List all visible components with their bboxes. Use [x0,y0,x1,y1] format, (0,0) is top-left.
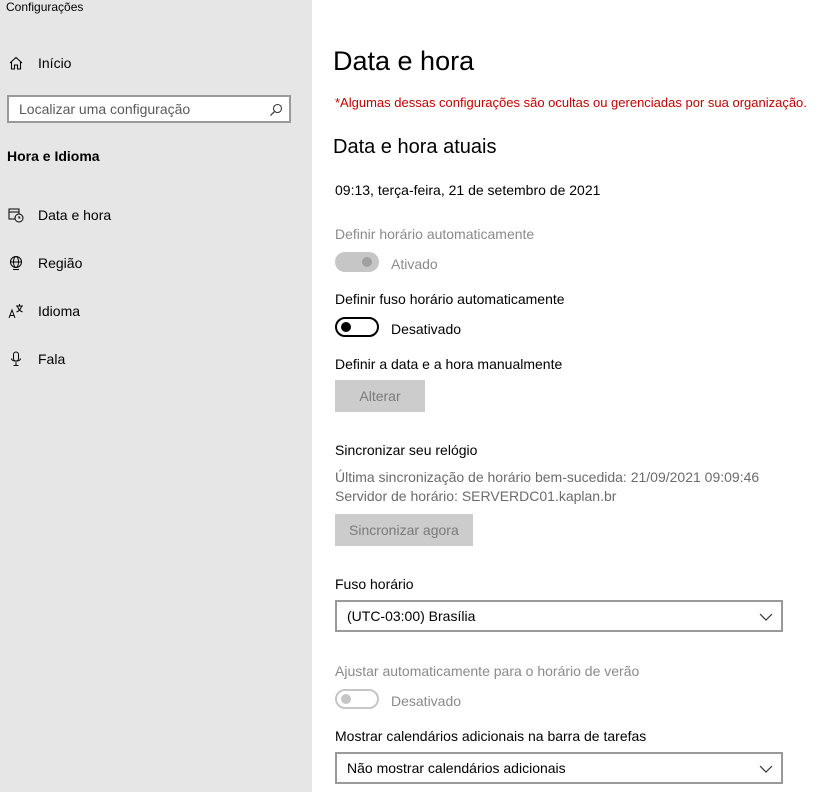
calendars-label: Mostrar calendários adicionais na barra … [335,728,647,744]
current-datetime: 09:13, terça-feira, 21 de setembro de 20… [335,182,601,198]
main-content: Data e hora *Algumas dessas configuraçõe… [312,0,837,792]
sync-now-button[interactable]: Sincronizar agora [335,514,473,546]
calendar-clock-icon [8,207,24,223]
dst-state: Desativado [391,693,462,709]
toggle-knob [341,694,351,704]
dst-label: Ajustar automaticamente para o horário d… [335,663,640,679]
chevron-down-icon [759,762,773,776]
last-sync-text: Última sincronização de horário bem-suce… [335,469,760,485]
calendars-value: Não mostrar calendários adicionais [347,760,566,776]
chevron-down-icon [759,610,773,624]
sidebar-item-language[interactable]: Idioma [0,291,312,331]
current-heading: Data e hora atuais [333,136,497,158]
sidebar-item-label: Idioma [38,303,81,319]
calendars-select[interactable]: Não mostrar calendários adicionais [335,752,783,784]
search-input[interactable] [19,100,259,118]
home-icon [8,55,24,71]
sidebar: Configurações Início Hora e Idioma Data … [0,0,312,792]
timezone-select[interactable]: (UTC-03:00) Brasília [335,600,783,632]
auto-timezone-toggle[interactable] [335,317,379,337]
toggle-knob [341,322,351,332]
timezone-value: (UTC-03:00) Brasília [347,608,476,624]
auto-timezone-label: Definir fuso horário automaticamente [335,291,565,307]
timezone-label: Fuso horário [335,576,414,592]
sidebar-item-label: Região [38,255,83,271]
dst-toggle[interactable] [335,689,379,709]
sidebar-item-label: Fala [38,351,66,367]
auto-timezone-state: Desativado [391,321,462,337]
change-button[interactable]: Alterar [335,380,425,412]
manual-label: Definir a data e a hora manualmente [335,356,563,372]
language-icon [8,303,24,319]
sync-heading: Sincronizar seu relógio [335,442,478,458]
sidebar-item-date-time[interactable]: Data e hora [0,195,312,235]
search-icon[interactable] [269,103,283,117]
auto-time-toggle[interactable] [335,252,379,272]
search-box[interactable] [7,95,291,123]
nav-home[interactable]: Início [0,43,312,83]
page-title: Data e hora [333,46,475,76]
sidebar-item-label: Data e hora [38,207,112,223]
sidebar-item-region[interactable]: Região [0,243,312,283]
microphone-icon [8,351,24,367]
nav-home-label: Início [38,55,72,71]
auto-time-label: Definir horário automaticamente [335,226,535,242]
time-server-text: Servidor de horário: SERVERDC01.kaplan.b… [335,488,617,504]
sidebar-item-speech[interactable]: Fala [0,339,312,379]
org-warning: *Algumas dessas configurações são oculta… [335,95,807,110]
globe-icon [8,255,24,271]
window-title: Configurações [6,0,84,14]
auto-time-state: Ativado [391,256,438,272]
toggle-knob [362,257,372,267]
sidebar-section-title: Hora e Idioma [7,148,100,164]
